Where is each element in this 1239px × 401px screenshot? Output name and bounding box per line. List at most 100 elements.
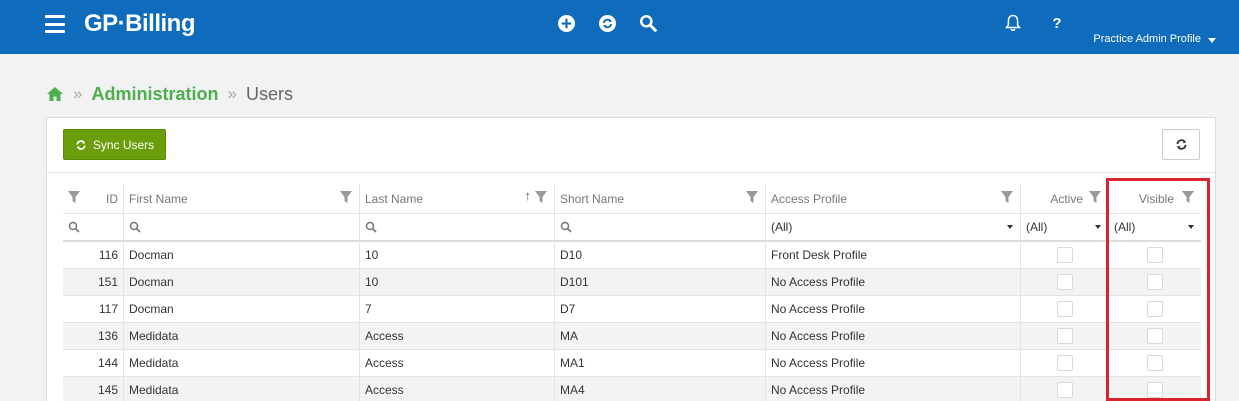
table-row[interactable]: 151 Docman 10 D101 No Access Profile: [63, 269, 1201, 296]
refresh-grid-button[interactable]: [1162, 129, 1200, 160]
filter-icon[interactable]: [1000, 190, 1014, 204]
column-header-first-name[interactable]: First Name: [124, 184, 360, 213]
cell-last-name: Access: [360, 377, 555, 401]
filter-first-name-input[interactable]: [124, 214, 360, 240]
visible-checkbox[interactable]: [1147, 274, 1163, 290]
cell-visible: [1109, 296, 1201, 322]
column-header-active[interactable]: Active: [1021, 184, 1109, 213]
visible-checkbox[interactable]: [1147, 382, 1163, 398]
cell-short-name: D7: [555, 296, 766, 322]
cell-active: [1021, 377, 1109, 401]
sort-icon[interactable]: ↑: [525, 188, 532, 203]
filter-last-name-input[interactable]: [360, 214, 555, 240]
sync-users-button[interactable]: Sync Users: [63, 129, 166, 160]
table-row[interactable]: 136 Medidata Access MA No Access Profile: [63, 323, 1201, 350]
cell-id: 116: [63, 242, 124, 268]
visible-checkbox[interactable]: [1147, 247, 1163, 263]
filter-icon[interactable]: [339, 190, 353, 204]
table-row[interactable]: 116 Docman 10 D10 Front Desk Profile: [63, 242, 1201, 269]
bell-icon[interactable]: [1003, 13, 1023, 33]
visible-checkbox[interactable]: [1147, 301, 1163, 317]
caret-down-icon: [1007, 225, 1013, 229]
active-checkbox[interactable]: [1056, 247, 1073, 263]
cell-visible: [1109, 242, 1201, 268]
cell-access-profile: No Access Profile: [766, 296, 1021, 322]
refresh-icon: [1176, 139, 1186, 150]
active-checkbox[interactable]: [1056, 328, 1073, 344]
cell-last-name: 10: [360, 242, 555, 268]
cell-access-profile: No Access Profile: [766, 269, 1021, 295]
breadcrumb-separator: »: [73, 84, 83, 103]
cell-short-name: D10: [555, 242, 766, 268]
search-icon: [560, 221, 572, 233]
top-navbar: GP·Billing ? Practice Admin Profile: [0, 0, 1239, 54]
brand-logo[interactable]: GP·Billing: [84, 10, 196, 38]
breadcrumb-separator: »: [227, 84, 237, 103]
cell-active: [1021, 296, 1109, 322]
menu-icon[interactable]: [45, 15, 65, 33]
cell-short-name: MA: [555, 323, 766, 349]
table-row[interactable]: 145 Medidata Access MA4 No Access Profil…: [63, 377, 1201, 401]
grid-header-row: ID First Name Last Name ↑ Short Name Acc…: [63, 184, 1201, 214]
column-header-short-name[interactable]: Short Name: [555, 184, 766, 213]
cell-visible: [1109, 377, 1201, 401]
toolbar-divider: [47, 172, 1215, 173]
column-header-last-name[interactable]: Last Name ↑: [360, 184, 555, 213]
plus-circle-icon[interactable]: [556, 13, 576, 33]
cell-last-name: Access: [360, 323, 555, 349]
filter-visible-select[interactable]: (All): [1109, 214, 1201, 240]
cell-last-name: 10: [360, 269, 555, 295]
cell-short-name: MA4: [555, 377, 766, 401]
profile-menu[interactable]: Practice Admin Profile: [1093, 33, 1201, 45]
refresh-icon: [76, 139, 86, 150]
cell-first-name: Docman: [124, 296, 360, 322]
cell-visible: [1109, 350, 1201, 376]
column-header-id[interactable]: ID: [63, 184, 124, 213]
home-icon[interactable]: [46, 85, 64, 103]
column-header-visible[interactable]: Visible: [1109, 184, 1201, 213]
cell-visible: [1109, 323, 1201, 349]
filter-icon[interactable]: [534, 190, 548, 204]
table-row[interactable]: 117 Docman 7 D7 No Access Profile: [63, 296, 1201, 323]
cell-active: [1021, 242, 1109, 268]
cell-id: 151: [63, 269, 124, 295]
caret-down-icon[interactable]: [1208, 38, 1216, 43]
cell-id: 136: [63, 323, 124, 349]
help-icon[interactable]: ?: [1047, 13, 1067, 33]
filter-id-input[interactable]: [63, 214, 124, 240]
caret-down-icon: [1188, 225, 1194, 229]
filter-icon[interactable]: [1088, 190, 1102, 204]
cell-first-name: Docman: [124, 242, 360, 268]
filter-short-name-input[interactable]: [555, 214, 766, 240]
cell-last-name: 7: [360, 296, 555, 322]
filter-active-select[interactable]: (All): [1021, 214, 1109, 240]
filter-icon[interactable]: [745, 190, 759, 204]
cell-first-name: Medidata: [124, 350, 360, 376]
cell-access-profile: Front Desk Profile: [766, 242, 1021, 268]
cell-short-name: MA1: [555, 350, 766, 376]
breadcrumb: » Administration » Users: [46, 82, 293, 106]
visible-checkbox[interactable]: [1147, 328, 1163, 344]
column-header-access-profile[interactable]: Access Profile: [766, 184, 1021, 213]
search-icon: [129, 221, 141, 233]
active-checkbox[interactable]: [1056, 274, 1073, 290]
active-checkbox[interactable]: [1056, 355, 1073, 371]
cell-access-profile: No Access Profile: [766, 323, 1021, 349]
cell-active: [1021, 323, 1109, 349]
search-icon[interactable]: [638, 13, 658, 33]
breadcrumb-administration[interactable]: Administration: [91, 84, 218, 105]
cell-first-name: Medidata: [124, 377, 360, 401]
cell-id: 145: [63, 377, 124, 401]
active-checkbox[interactable]: [1056, 301, 1073, 317]
sync-users-label: Sync Users: [92, 137, 155, 152]
filter-icon[interactable]: [1181, 190, 1195, 204]
active-checkbox[interactable]: [1056, 382, 1073, 398]
visible-checkbox[interactable]: [1147, 355, 1163, 371]
search-icon: [365, 221, 377, 233]
cell-access-profile: No Access Profile: [766, 377, 1021, 401]
table-row[interactable]: 144 Medidata Access MA1 No Access Profil…: [63, 350, 1201, 377]
filter-icon[interactable]: [67, 190, 81, 204]
sync-circle-icon[interactable]: [597, 13, 617, 33]
filter-access-profile-select[interactable]: (All): [766, 214, 1021, 240]
cell-active: [1021, 269, 1109, 295]
